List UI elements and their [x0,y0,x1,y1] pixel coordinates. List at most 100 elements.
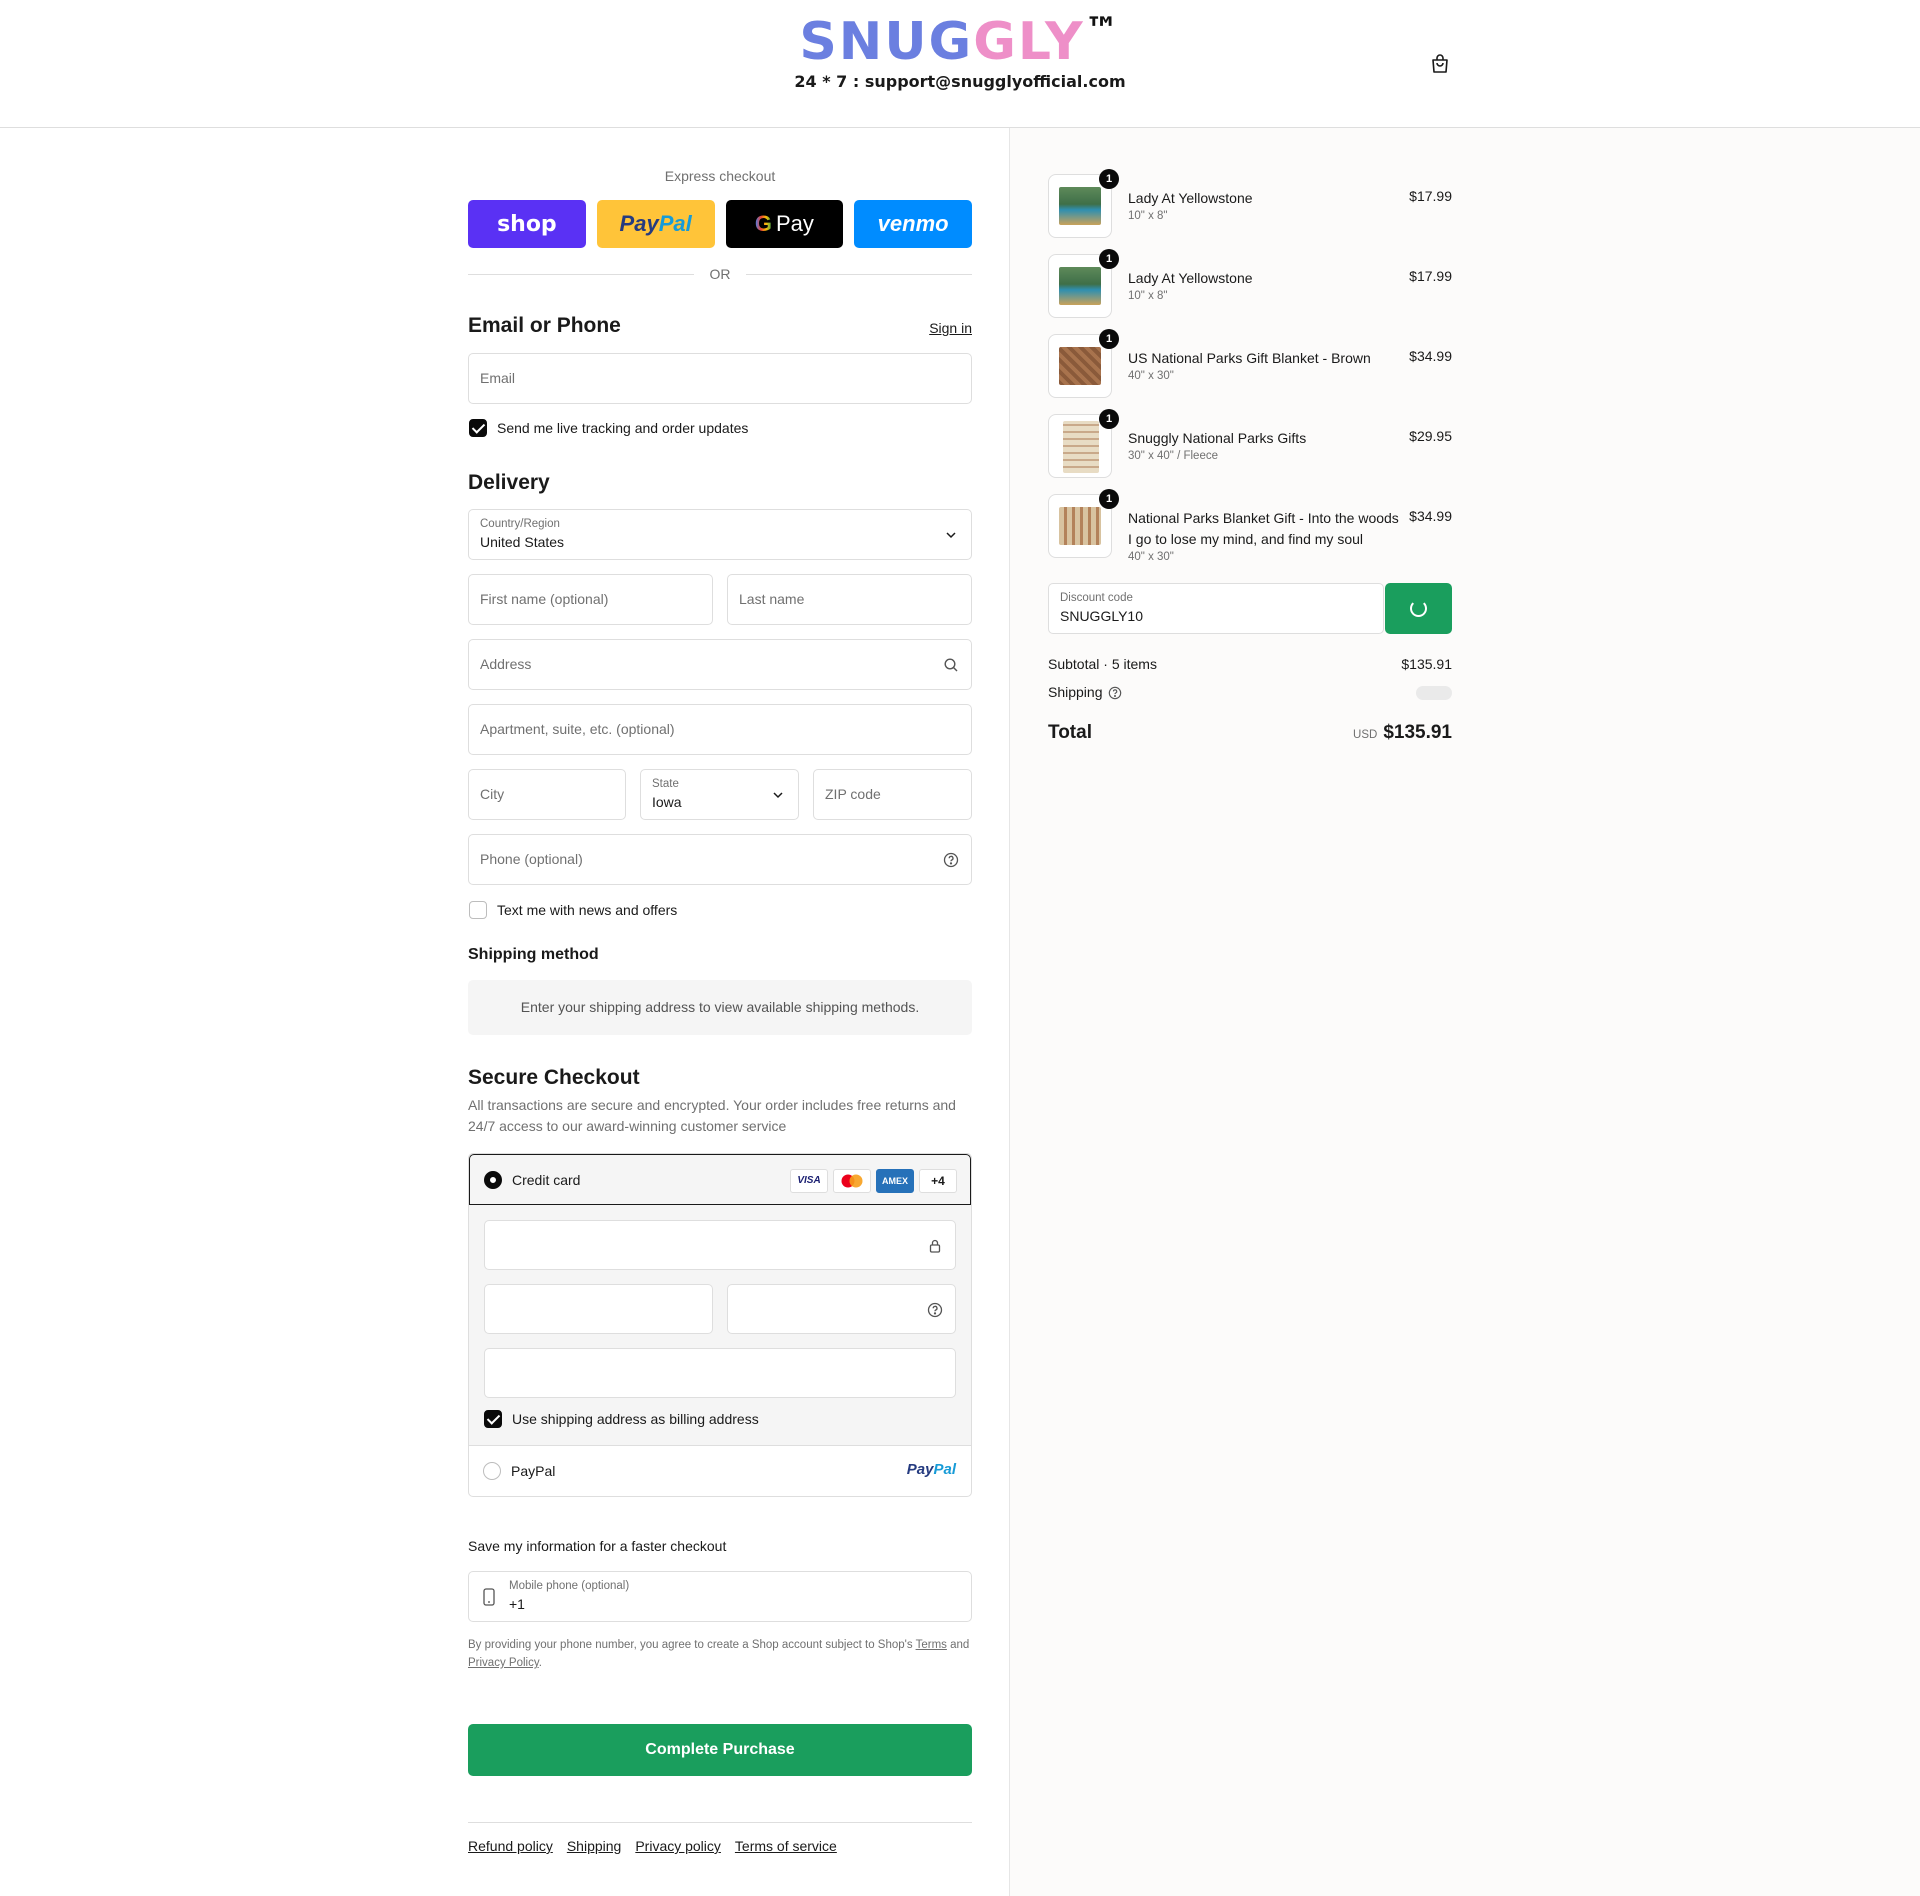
refund-policy-link[interactable]: Refund policy [468,1838,553,1854]
zip-placeholder: ZIP code [825,786,881,802]
product-image [1063,421,1099,473]
product-price: $34.99 [1409,508,1452,524]
product-thumbnail: 1 [1048,409,1119,478]
apply-discount-button[interactable] [1385,583,1452,634]
tracking-checkbox-label: Send me live tracking and order updates [497,420,749,436]
privacy-policy-footer-link[interactable]: Privacy policy [635,1838,721,1854]
footer-divider [468,1822,972,1823]
shop-pay-button[interactable]: shop [468,200,586,248]
chevron-down-icon [943,527,959,543]
sms-offers-checkbox[interactable] [469,901,487,919]
shop-terms-text: By providing your phone number, you agre… [468,1636,972,1672]
card-expiry-field[interactable] [484,1284,713,1334]
discount-code-field[interactable]: Discount code SNUGGLY10 [1048,583,1384,634]
state-label: State [652,778,679,790]
total-value: $135.91 [1383,722,1452,743]
product-name: Snuggly National Parks Gifts [1128,430,1307,446]
product-price: $17.99 [1409,188,1452,204]
tracking-checkbox[interactable] [469,419,487,437]
shop-pay-label: shop [497,211,557,237]
email-field[interactable]: Email [468,353,972,404]
shipping-policy-link[interactable]: Shipping [567,1838,622,1854]
paypal-logo: PayPal [907,1461,956,1478]
product-thumbnail: 1 [1048,249,1119,318]
venmo-label: venmo [877,211,949,236]
sign-in-link[interactable]: Sign in [929,320,972,336]
help-circle-icon[interactable] [1108,686,1122,703]
paypal-logo-part1: Pay [906,1461,934,1478]
zip-field[interactable]: ZIP code [813,769,972,820]
help-circle-icon[interactable] [927,1302,943,1318]
footer-links: Refund policy Shipping Privacy policy Te… [468,1838,837,1854]
product-thumbnail: 1 [1048,169,1119,238]
product-variant: 40" x 30" [1128,370,1174,382]
logo-trademark: ™ [1084,10,1121,50]
address-placeholder: Address [480,656,532,672]
product-price: $29.95 [1409,428,1452,444]
billing-address-checkbox[interactable] [484,1410,502,1428]
paypal-radio[interactable] [483,1462,501,1480]
contact-section-title: Email or Phone [468,314,621,337]
product-variant: 30" x 40" / Fleece [1128,450,1218,462]
mobile-phone-icon [482,1588,496,1611]
privacy-policy-link[interactable]: Privacy Policy [468,1657,539,1669]
credit-card-option[interactable]: Credit card VISA AMEX +4 [469,1154,971,1205]
product-thumbnail: 1 [1048,489,1119,558]
phone-field[interactable]: Phone (optional) [468,834,972,885]
country-select[interactable]: Country/Region United States [468,509,972,560]
sms-offers-label: Text me with news and offers [497,902,678,918]
amex-icon: AMEX [876,1169,914,1193]
apartment-field[interactable]: Apartment, suite, etc. (optional) [468,704,972,755]
total-label: Total [1048,722,1092,743]
credit-card-label: Credit card [512,1172,581,1188]
mobile-phone-field[interactable]: Mobile phone (optional) +1 [468,1571,972,1622]
help-circle-icon[interactable] [943,852,959,868]
city-field[interactable]: City [468,769,626,820]
first-name-field[interactable]: First name (optional) [468,574,713,625]
product-name: US National Parks Gift Blanket - Brown [1128,350,1371,366]
quantity-badge: 1 [1099,489,1119,509]
save-info-title: Save my information for a faster checkou… [468,1538,727,1554]
visa-icon: VISA [790,1169,828,1193]
order-summary-panel [1009,128,1920,1896]
state-select[interactable]: State Iowa [640,769,799,820]
payment-security-description: All transactions are secure and encrypte… [468,1097,956,1134]
last-name-field[interactable]: Last name [727,574,972,625]
address-field[interactable]: Address [468,639,972,690]
paypal-express-button[interactable]: Pay Pal [596,200,715,248]
billing-address-label: Use shipping address as billing address [512,1411,759,1427]
credit-card-radio[interactable] [484,1171,502,1189]
divider-line-right [746,274,972,275]
shipping-row: Shipping [1048,684,1452,700]
card-name-field[interactable] [484,1348,956,1398]
product-image [1059,187,1101,225]
google-pay-label: Pay [775,211,814,236]
product-image [1059,507,1101,545]
city-placeholder: City [480,786,505,802]
google-pay-button[interactable]: G Pay [725,200,844,248]
currency-code: USD [1353,729,1378,741]
subtotal-row: Subtotal · 5 items $135.91 [1048,656,1452,672]
card-security-code-field[interactable] [727,1284,956,1334]
venmo-button[interactable]: venmo [854,200,972,248]
product-image [1059,267,1101,305]
complete-purchase-button[interactable]: Complete Purchase [468,1724,972,1776]
quantity-badge: 1 [1099,249,1119,269]
shopping-bag-icon[interactable] [1428,52,1452,76]
brand-logo[interactable]: SNUGGLY™ [0,10,1920,72]
terms-of-service-link[interactable]: Terms of service [735,1838,837,1854]
chevron-down-icon [770,787,786,803]
email-placeholder: Email [480,370,516,386]
terms-link[interactable]: Terms [916,1639,947,1651]
total-amount: USD $135.91 [1353,722,1452,744]
terms-text-1: By providing your phone number, you agre… [468,1639,916,1651]
google-g-icon: G [754,211,772,236]
paypal-logo-part2: Pal [933,1461,956,1478]
paypal-option[interactable]: PayPal PayPal [469,1446,971,1496]
support-contact: 24 * 7 : support@snugglyofficial.com [794,72,1126,91]
country-value: United States [480,534,565,550]
card-number-field[interactable] [484,1220,956,1270]
search-icon [943,657,959,673]
mastercard-icon [833,1169,871,1193]
paypal-option-label: PayPal [511,1463,556,1479]
